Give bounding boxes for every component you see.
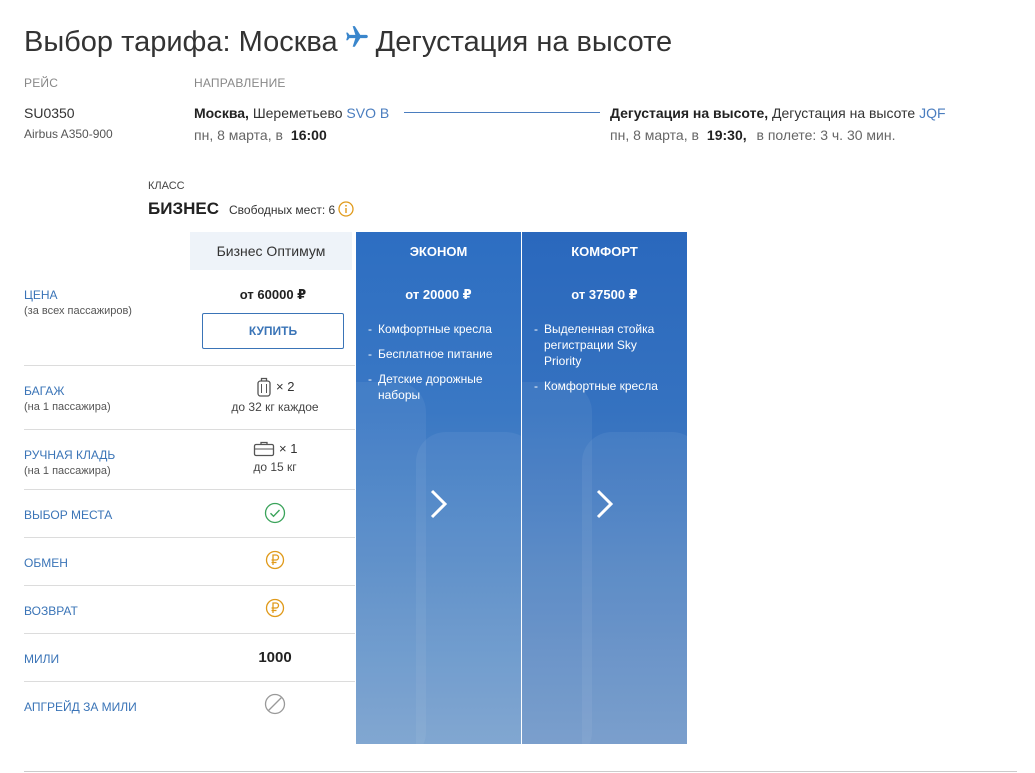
row-divider [24,537,355,538]
ruble-icon [265,598,285,622]
arrival-datetime: пн, 8 марта, в 19:30, в полете: 3 ч. 30 м… [610,127,896,143]
row-divider [24,429,355,430]
row-hand-title: РУЧНАЯ КЛАДЬ [24,448,116,462]
row-label-seat: ВЫБОР МЕСТА [24,508,113,522]
class-name: БИЗНЕС Свободных мест: 6 [148,199,354,222]
title-destination: Дегустация на высоте [375,26,673,58]
row-hand-sub: (на 1 пассажира) [24,465,111,477]
row-price-sub: (за всех пассажиров) [24,305,132,317]
comfort-fare-card[interactable]: КОМФОРТ от 37500 ₽ Выделенная стойка рег… [522,232,687,744]
not-available-icon [264,693,286,719]
suitcase-icon [256,377,272,397]
row-label-baggage: БАГАЖ (на 1 пассажира) [24,384,111,413]
route-line [404,112,600,113]
row-price-title: ЦЕНА [24,288,58,302]
exchange-cell [190,550,360,575]
flight-number: SU0350 [24,105,75,121]
departure-time: 16:00 [290,127,327,143]
route-label: НАПРАВЛЕНИЕ [194,76,286,90]
tariff-name: Бизнес Оптимум [190,232,352,270]
baggage-cell: × 2 до 32 кг каждое [190,376,360,414]
check-icon [264,502,286,528]
economy-fare-card[interactable]: ЭКОНОМ от 20000 ₽ Комфортные кресла Бесп… [356,232,521,744]
class-label: КЛАСС [148,180,185,192]
arrival-airport: Дегустация на высоте [772,105,916,121]
comfort-price: от 37500 ₽ [571,287,638,302]
economy-price: от 20000 ₽ [405,287,472,302]
row-divider [24,489,355,490]
hand-count: × 1 [279,441,298,456]
comfort-title: КОМФОРТ [571,244,638,259]
flight-duration: в полете: 3 ч. 30 мин. [756,127,896,143]
flight-label: РЕЙС [24,76,59,90]
refund-cell [190,598,360,623]
row-divider [24,585,355,586]
arrival-time: 19:30, [706,127,747,143]
baggage-line: × 2 [190,376,360,398]
row-divider [24,365,355,366]
arrival-place: Дегустация на высоте, Дегустация на высо… [610,105,946,121]
row-label-price: ЦЕНА (за всех пассажиров) [24,288,132,317]
baggage-weight: до 32 кг каждое [231,400,319,414]
departure-date: пн, 8 марта, в [194,127,283,143]
feature-item: Выделенная стойка регистрации Sky Priori… [534,321,673,369]
hand-line: × 1 [190,440,360,458]
chevron-right-icon[interactable] [426,487,450,521]
departure-airport: Шереметьево [252,105,343,121]
miles-value: 1000 [258,649,292,666]
arrival-city: Дегустация на высоте, [610,105,769,121]
row-divider [24,633,355,634]
buy-button[interactable]: КУПИТЬ [202,313,344,349]
row-label-refund: ВОЗВРАТ [24,604,78,618]
row-divider [24,681,355,682]
chevron-right-icon[interactable] [592,487,616,521]
arrival-date: пн, 8 марта, в [610,127,699,143]
row-label-hand: РУЧНАЯ КЛАДЬ (на 1 пассажира) [24,448,115,477]
seats-available: Свободных мест: 6 [228,203,336,217]
row-baggage-sub: (на 1 пассажира) [24,401,111,413]
feature-item: Бесплатное питание [368,346,507,362]
feature-item: Комфортные кресла [368,321,507,337]
briefcase-icon [253,440,275,457]
feature-item: Комфортные кресла [534,378,673,394]
row-baggage-title: БАГАЖ [24,384,65,398]
economy-title: ЭКОНОМ [409,244,468,259]
comfort-features: Выделенная стойка регистрации Sky Priori… [534,321,673,403]
departure-datetime: пн, 8 марта, в 16:00 [194,127,333,143]
feature-item: Детские дорожные наборы [368,371,507,403]
economy-features: Комфортные кресла Бесплатное питание Дет… [368,321,507,412]
baggage-count: × 2 [276,379,295,395]
hand-luggage-cell: × 1 до 15 кг [190,440,360,474]
departure-code: SVO B [346,105,390,121]
arrival-code: JQF [919,105,946,121]
seat-decoration [416,432,521,744]
departure-city: Москва, [194,105,249,121]
ruble-icon [265,550,285,574]
bottom-divider [24,771,1017,772]
aircraft-type: Airbus A350-900 [24,127,113,141]
departure-place: Москва, Шереметьево SVO B [194,105,389,121]
row-label-exchange: ОБМЕН [24,556,68,570]
class-title: БИЗНЕС [148,199,219,218]
tariff-price: от 60000 ₽ [239,287,307,302]
hand-weight: до 15 кг [253,460,297,474]
row-label-miles: МИЛИ [24,652,60,666]
info-icon[interactable] [338,201,354,222]
seat-select-cell [190,502,360,529]
row-label-upgrade: АПГРЕЙД ЗА МИЛИ [24,700,137,714]
page-title: Выбор тарифа: Москва Дегустация на высоте [24,26,672,59]
plane-icon [344,24,370,58]
upgrade-cell [190,693,360,720]
title-origin: Выбор тарифа: Москва [24,26,338,58]
seat-decoration [582,432,687,744]
